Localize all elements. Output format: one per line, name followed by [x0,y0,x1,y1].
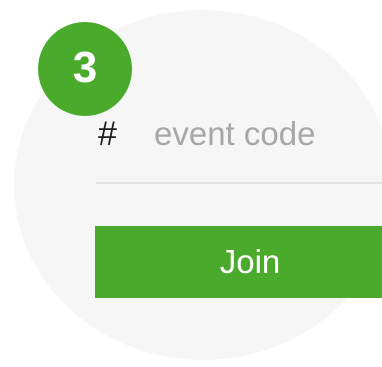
join-event-card: 3 # Join [0,0,382,367]
step-badge: 3 [38,22,132,116]
event-code-input[interactable] [154,115,382,153]
step-number: 3 [72,43,98,92]
join-button-label: Join [219,243,281,280]
input-underline [96,182,382,184]
hash-icon: # [98,115,117,153]
event-code-field[interactable]: # [98,104,382,164]
join-button[interactable]: Join [95,226,382,298]
